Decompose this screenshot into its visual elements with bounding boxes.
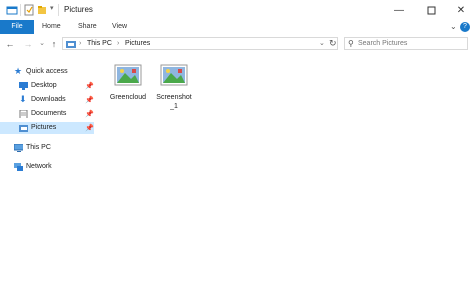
sidebar-item-downloads[interactable]: ⬇ Downloads 📌 <box>0 94 94 106</box>
pin-icon[interactable]: 📌 <box>85 96 94 104</box>
search-input[interactable]: Search Pictures <box>358 40 407 47</box>
sidebar-item-quick-access[interactable]: ★ Quick access <box>0 66 94 78</box>
sidebar-item-label: Quick access <box>26 68 68 75</box>
sidebar-item-label: Documents <box>31 110 67 117</box>
pictures-icon <box>19 125 28 132</box>
breadcrumb-separator-icon: › <box>117 40 120 47</box>
titlebar-divider <box>20 4 21 16</box>
file-list: Greencloud Screenshot _1 <box>100 58 470 287</box>
tab-file[interactable]: File <box>0 20 34 34</box>
up-button[interactable]: ↑ <box>48 38 60 50</box>
pin-icon[interactable]: 📌 <box>85 82 94 90</box>
breadcrumb-this-pc[interactable]: This PC <box>87 40 112 47</box>
refresh-icon[interactable]: ↻ <box>329 38 337 49</box>
breadcrumb-pictures[interactable]: Pictures <box>125 40 150 47</box>
minimize-button[interactable]: — <box>384 0 414 20</box>
file-item[interactable]: Screenshot _1 <box>150 64 198 116</box>
expand-ribbon-icon[interactable]: ⌄ <box>450 22 457 31</box>
close-icon: ✕ <box>456 4 466 16</box>
sidebar-item-pictures[interactable]: Pictures 📌 <box>0 122 94 134</box>
documents-icon <box>19 110 28 118</box>
minimize-icon: — <box>394 4 404 16</box>
ribbon: File Home Share View ⌄ ? <box>0 20 474 35</box>
new-folder-icon[interactable] <box>37 4 47 16</box>
sidebar-item-this-pc[interactable]: This PC <box>0 142 94 154</box>
image-file-icon <box>114 64 142 86</box>
address-dropdown-icon[interactable]: ⌄ <box>319 39 325 47</box>
navigation-bar: ← → ⌄ ↑ › This PC › Pictures ⌄ ↻ ⚲ Searc… <box>0 34 474 54</box>
file-name: Greencloud <box>109 94 147 101</box>
file-name: Screenshot _1 <box>156 94 192 110</box>
title-bar: ▾ Pictures — ✕ <box>0 0 474 20</box>
computer-icon <box>14 144 23 152</box>
pin-icon[interactable]: 📌 <box>85 110 94 118</box>
file-item[interactable]: Greencloud <box>104 64 152 109</box>
network-icon <box>14 163 23 171</box>
close-button[interactable]: ✕ <box>446 0 474 20</box>
pin-icon[interactable]: 📌 <box>85 124 94 132</box>
address-bar[interactable]: › This PC › Pictures ⌄ ↻ <box>62 37 338 50</box>
navigation-pane: ★ Quick access Desktop 📌 ⬇ Downloads 📌 D… <box>0 60 96 289</box>
sidebar-item-label: Network <box>26 163 52 170</box>
chevron-down-icon: ⌄ <box>39 40 45 47</box>
forward-arrow-icon: → <box>23 39 33 49</box>
sidebar-item-label: Desktop <box>31 82 57 89</box>
forward-button[interactable]: → <box>22 38 34 50</box>
help-icon[interactable]: ? <box>460 22 470 32</box>
sidebar-item-label: Pictures <box>31 124 57 131</box>
sidebar-item-network[interactable]: Network <box>0 161 94 173</box>
pictures-folder-icon <box>66 41 76 48</box>
recent-locations-button[interactable]: ⌄ <box>36 38 48 50</box>
sidebar-item-documents[interactable]: Documents 📌 <box>0 108 94 120</box>
sidebar-item-label: Downloads <box>31 96 66 103</box>
download-icon: ⬇ <box>19 94 27 104</box>
maximize-icon <box>427 6 435 14</box>
sidebar-item-desktop[interactable]: Desktop 📌 <box>0 80 94 92</box>
window-title: Pictures <box>64 5 93 14</box>
maximize-button[interactable] <box>416 0 446 20</box>
back-button[interactable]: ← <box>4 38 16 50</box>
search-icon: ⚲ <box>348 39 354 48</box>
image-file-icon <box>160 64 188 86</box>
tab-view[interactable]: View <box>104 20 135 34</box>
properties-icon[interactable] <box>24 4 34 16</box>
star-icon: ★ <box>14 66 23 76</box>
up-arrow-icon: ↑ <box>51 39 57 49</box>
breadcrumb-separator-icon: › <box>79 40 82 47</box>
tab-share[interactable]: Share <box>70 20 105 34</box>
tab-home[interactable]: Home <box>34 20 69 34</box>
explorer-window-icon <box>6 6 18 15</box>
search-box[interactable]: ⚲ Search Pictures <box>344 37 468 50</box>
desktop-icon <box>19 82 28 90</box>
quick-access-dropdown-icon[interactable]: ▾ <box>50 4 54 12</box>
sidebar-item-label: This PC <box>26 144 51 151</box>
back-arrow-icon: ← <box>5 39 15 49</box>
titlebar-divider <box>58 4 59 16</box>
